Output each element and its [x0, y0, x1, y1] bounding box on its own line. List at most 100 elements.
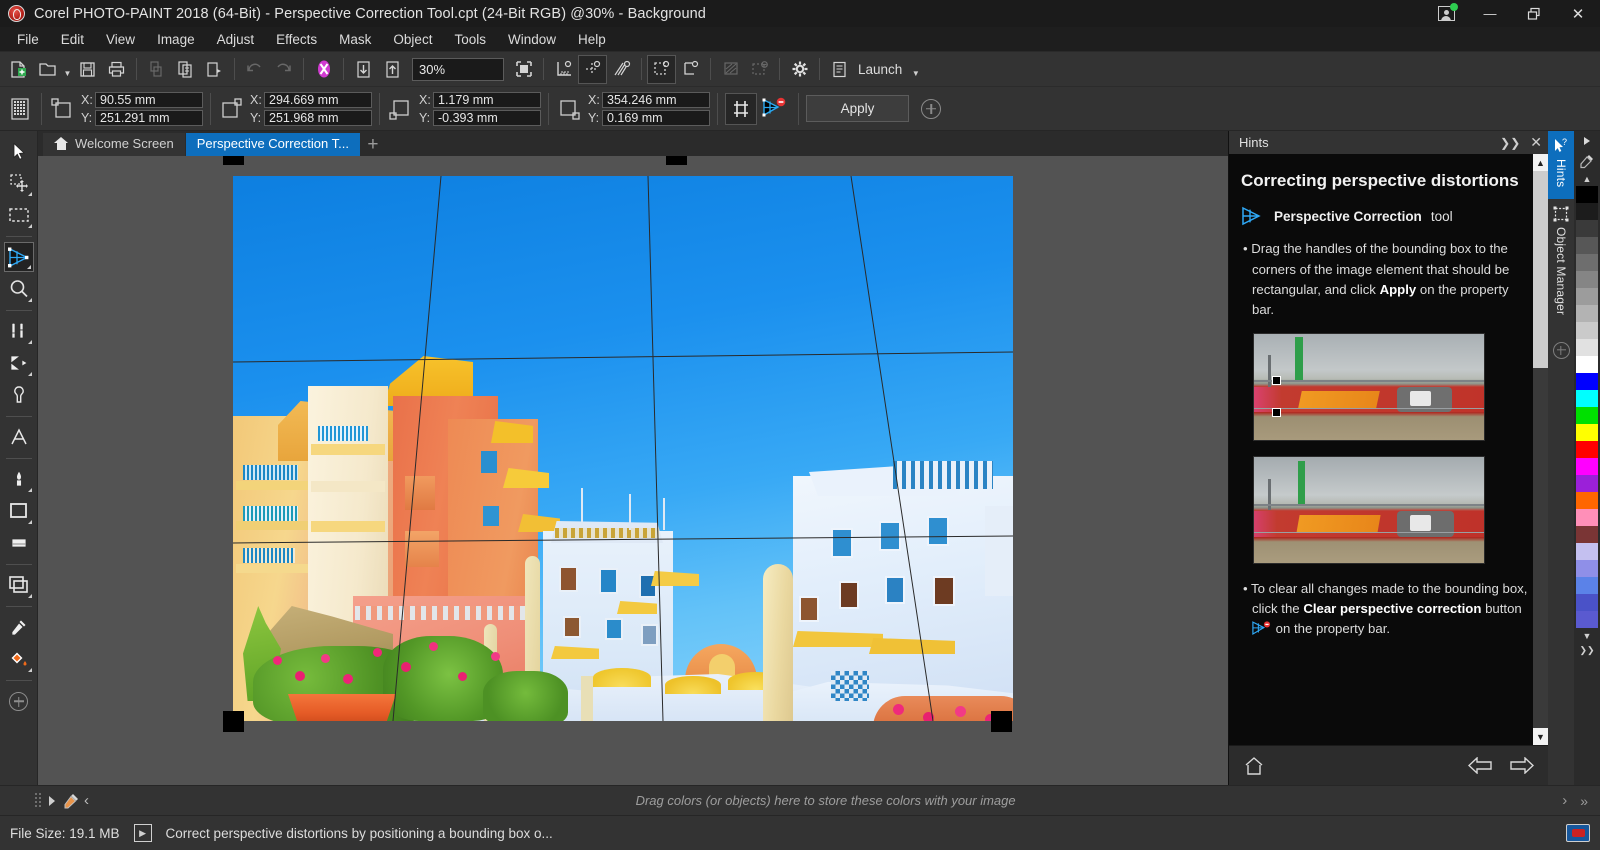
arrow-box-icon[interactable]: ▶	[133, 824, 152, 842]
transform-button[interactable]	[309, 55, 338, 84]
add-docker-button[interactable]	[1552, 341, 1570, 359]
full-screen-preview-button[interactable]	[509, 55, 538, 84]
menu-tools[interactable]: Tools	[443, 29, 497, 50]
hints-content[interactable]: Correcting perspective distortions Persp…	[1229, 154, 1548, 745]
palette-grip[interactable]	[34, 791, 42, 811]
rectangle-shape-tool[interactable]	[4, 496, 34, 526]
menu-view[interactable]: View	[95, 29, 146, 50]
save-button[interactable]	[73, 55, 102, 84]
y-input-2[interactable]	[264, 109, 372, 126]
swatch-23[interactable]	[1576, 577, 1598, 594]
rectangle-mask-tool[interactable]	[4, 200, 34, 230]
rulers-button[interactable]	[549, 55, 578, 84]
export-button[interactable]	[378, 55, 407, 84]
print-button[interactable]	[102, 55, 131, 84]
undo-button[interactable]	[240, 55, 269, 84]
swatch-14[interactable]	[1576, 424, 1598, 441]
options-button[interactable]	[785, 55, 814, 84]
swatch-15[interactable]	[1576, 441, 1598, 458]
menu-window[interactable]: Window	[497, 29, 567, 50]
cut-button[interactable]	[142, 55, 171, 84]
swatch-1[interactable]	[1576, 203, 1598, 220]
new-tab-button[interactable]: +	[361, 133, 385, 156]
menu-effects[interactable]: Effects	[265, 29, 328, 50]
clear-perspective-correction-button[interactable]	[757, 93, 791, 125]
swatch-4[interactable]	[1576, 254, 1598, 271]
swatch-10[interactable]	[1576, 356, 1598, 373]
swatch-9[interactable]	[1576, 339, 1598, 356]
pick-tool[interactable]	[4, 136, 34, 166]
canvas-viewport[interactable]	[38, 156, 1228, 785]
handle-bottom-right[interactable]	[991, 711, 1012, 732]
new-button[interactable]	[4, 55, 33, 84]
swatch-2[interactable]	[1576, 220, 1598, 237]
clear-mask-button[interactable]	[745, 55, 774, 84]
import-button[interactable]	[349, 55, 378, 84]
swatch-12[interactable]	[1576, 390, 1598, 407]
clone-tool[interactable]	[4, 380, 34, 410]
swatch-0[interactable]	[1576, 186, 1598, 203]
swatch-19[interactable]	[1576, 509, 1598, 526]
swatch-11[interactable]	[1576, 373, 1598, 390]
eyedropper-tool[interactable]	[4, 612, 34, 642]
x-input-1[interactable]	[95, 91, 203, 108]
home-icon[interactable]	[1243, 756, 1265, 776]
x-input-3[interactable]	[433, 91, 541, 108]
chevrons-right-icon[interactable]: ❯❯	[1500, 136, 1520, 150]
add-property-button[interactable]	[921, 98, 941, 119]
handle-top-left[interactable]	[223, 156, 244, 165]
snap-to-button[interactable]	[647, 54, 676, 84]
menu-mask[interactable]: Mask	[328, 29, 382, 50]
eraser-shape-tool[interactable]	[4, 528, 34, 558]
swatch-22[interactable]	[1576, 560, 1598, 577]
y-input-3[interactable]	[433, 109, 541, 126]
swatch-3[interactable]	[1576, 237, 1598, 254]
add-tool-button[interactable]	[4, 686, 34, 716]
open-recent-caret[interactable]: ▼	[62, 55, 73, 84]
swatch-25[interactable]	[1576, 611, 1598, 628]
mask-transform-tool[interactable]	[4, 168, 34, 198]
x-input-4[interactable]	[602, 91, 710, 108]
menu-image[interactable]: Image	[146, 29, 206, 50]
text-tool[interactable]	[4, 422, 34, 452]
rail-tab-hints[interactable]: ? Hints	[1548, 131, 1574, 200]
apply-button[interactable]: Apply	[806, 95, 909, 122]
copy-button[interactable]	[171, 55, 200, 84]
screen-capture-icon[interactable]	[1566, 824, 1590, 842]
grid-button[interactable]	[578, 54, 607, 84]
perspective-correction-tool[interactable]	[3, 242, 34, 272]
swatch-5[interactable]	[1576, 271, 1598, 288]
next-icon[interactable]: ›	[1562, 792, 1567, 809]
handle-top-right[interactable]	[666, 156, 687, 165]
back-arrow-icon[interactable]	[1468, 757, 1492, 774]
tool-presets-button[interactable]	[5, 94, 34, 123]
object-pick-tool[interactable]	[4, 570, 34, 600]
scroll-up-icon[interactable]: ▲	[1533, 154, 1548, 171]
swatch-24[interactable]	[1576, 594, 1598, 611]
palette-eyedropper-icon[interactable]	[1574, 151, 1600, 171]
menu-edit[interactable]: Edit	[50, 29, 95, 50]
guidelines-button[interactable]	[607, 55, 636, 84]
tab-perspective-correction[interactable]: Perspective Correction T...	[185, 133, 360, 156]
handle-bottom-left[interactable]	[223, 711, 244, 732]
swatch-20[interactable]	[1576, 526, 1598, 543]
eyedropper-icon[interactable]	[62, 792, 80, 810]
menu-help[interactable]: Help	[567, 29, 617, 50]
rail-tab-object-manager[interactable]: Object Manager	[1548, 199, 1574, 327]
menu-adjust[interactable]: Adjust	[206, 29, 266, 50]
launch-button[interactable]	[825, 55, 854, 84]
swatch-18[interactable]	[1576, 492, 1598, 509]
image-document[interactable]	[223, 156, 1013, 732]
menu-file[interactable]: File	[6, 29, 50, 50]
palette-scroll-up[interactable]: ▲	[1574, 171, 1600, 186]
play-icon[interactable]	[46, 794, 58, 808]
scrollbar-thumb[interactable]	[1533, 171, 1548, 368]
swatch-21[interactable]	[1576, 543, 1598, 560]
mask-overlay-button[interactable]	[716, 55, 745, 84]
redo-button[interactable]	[269, 55, 298, 84]
paste-button[interactable]	[200, 55, 229, 84]
palette-menu-icon[interactable]	[1574, 131, 1600, 151]
minimize-button[interactable]: —	[1468, 0, 1512, 27]
swatch-17[interactable]	[1576, 475, 1598, 492]
forward-arrow-icon[interactable]	[1510, 757, 1534, 774]
